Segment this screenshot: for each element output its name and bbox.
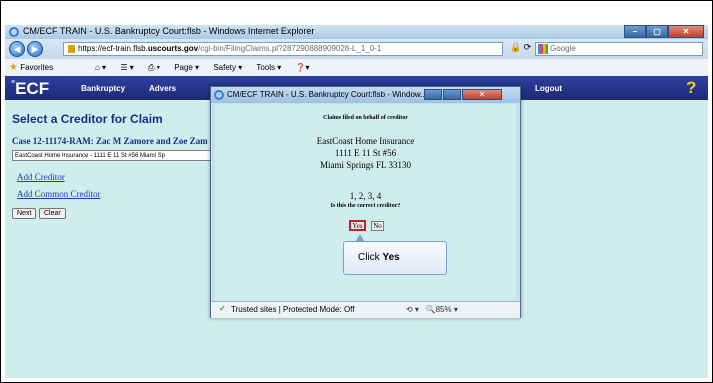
page-title: Select a Creditor for Claim [12,112,163,126]
add-common-creditor-link[interactable]: Add Common Creditor [17,189,101,199]
help-icon[interactable]: ? [686,79,702,97]
yes-button[interactable]: Yes [349,220,366,231]
print-icon[interactable]: ⎙ ▾ [148,63,160,72]
site-icon [68,45,75,53]
menu-bankruptcy[interactable]: Bankruptcy [81,84,125,93]
add-creditor-link[interactable]: Add Creditor [17,172,65,182]
home-icon[interactable]: ⌂ ▾ [95,63,106,72]
zoom-control[interactable]: ⟲ ▾ 🔍85% ▾ [406,305,458,314]
popup-status-bar: ✓ Trusted sites | Protected Mode: Off ⟲ … [211,301,520,318]
menu-adversary[interactable]: Advers [149,84,176,93]
back-button[interactable]: ◀ [9,41,25,57]
search-engine-label: Google [550,44,576,53]
screenshot-frame: CM/ECF TRAIN - U.S. Bankruptcy Court:fls… [0,0,713,383]
claim-numbers: 1, 2, 3, 4 [349,191,382,201]
help-menu-icon[interactable]: ❓▾ [296,63,310,72]
popup-maximize-button[interactable] [443,89,461,100]
ecf-logo: ≡ECF [11,79,50,98]
star-icon: ★ [9,62,18,73]
confirm-question: Is this the correct creditor? [330,203,401,209]
favorites-bar: ★ Favorites ⌂ ▾ ☰ ▾ ⎙ ▾ Page ▾ Safety ▾ … [5,59,708,77]
feeds-icon[interactable]: ☰ ▾ [120,63,133,72]
popup-minimize-button[interactable] [424,89,442,100]
maximize-button[interactable]: ▢ [646,25,668,38]
command-bar: ⌂ ▾ ☰ ▾ ⎙ ▾ Page ▾ Safety ▾ Tools ▾ ❓▾ [95,63,321,73]
search-box[interactable]: Google [535,42,703,56]
creditor-address-1: 1111 E 11 St #56 [334,148,397,158]
creditor-name: EastCoast Home Insurance [316,136,415,146]
instruction-callout: Click Yes [343,241,447,275]
toolbar-page[interactable]: Page ▾ [174,63,199,72]
creditor-select[interactable]: EastCoast Home Insurance - 1111 E 11 St … [12,150,220,161]
creditor-address-2: Miami Springs FL 33130 [320,160,411,170]
internet-explorer-icon [9,27,19,37]
next-button[interactable]: Next [12,208,37,219]
close-button[interactable]: ✕ [668,25,704,38]
checkmark-icon: ✓ [219,304,226,313]
menu-logout[interactable]: Logout [535,84,562,93]
popup-title-bar: CM/ECF TRAIN - U.S. Bankruptcy Court:fls… [211,87,520,103]
popup-header: Claims filed on behalf of creditor [323,115,408,121]
minimize-button[interactable]: – [624,25,646,38]
favorites-button[interactable]: ★ Favorites [9,62,53,73]
case-line: Case 12-11174-RAM: Zac M Zamore and Zoe … [12,136,208,146]
address-bar[interactable]: https://ecf-train.flsb.uscourts.gov/cgi-… [63,42,503,56]
address-toolbar: ◀ ▶ https://ecf-train.flsb.uscourts.gov/… [5,39,708,59]
no-button[interactable]: No [371,221,384,231]
popup-close-button[interactable]: ✕ [462,89,502,100]
internet-explorer-icon [214,90,224,100]
security-zone-text: Trusted sites | Protected Mode: Off [231,305,355,314]
toolbar-tools[interactable]: Tools ▾ [256,63,281,72]
popup-content: Claims filed on behalf of creditor EastC… [215,104,516,300]
google-icon [538,44,548,54]
window-controls: – ▢ ✕ [624,25,704,39]
browser-title-bar: CM/ECF TRAIN - U.S. Bankruptcy Court:fls… [5,25,708,39]
forward-button[interactable]: ▶ [27,41,43,57]
toolbar-safety[interactable]: Safety ▾ [213,63,242,72]
popup-title: CM/ECF TRAIN - U.S. Bankruptcy Court:fls… [227,90,427,99]
clear-button[interactable]: Clear [39,208,66,219]
creditor-confirm-popup: CM/ECF TRAIN - U.S. Bankruptcy Court:fls… [210,86,521,318]
browser-title: CM/ECF TRAIN - U.S. Bankruptcy Court:fls… [23,26,315,36]
